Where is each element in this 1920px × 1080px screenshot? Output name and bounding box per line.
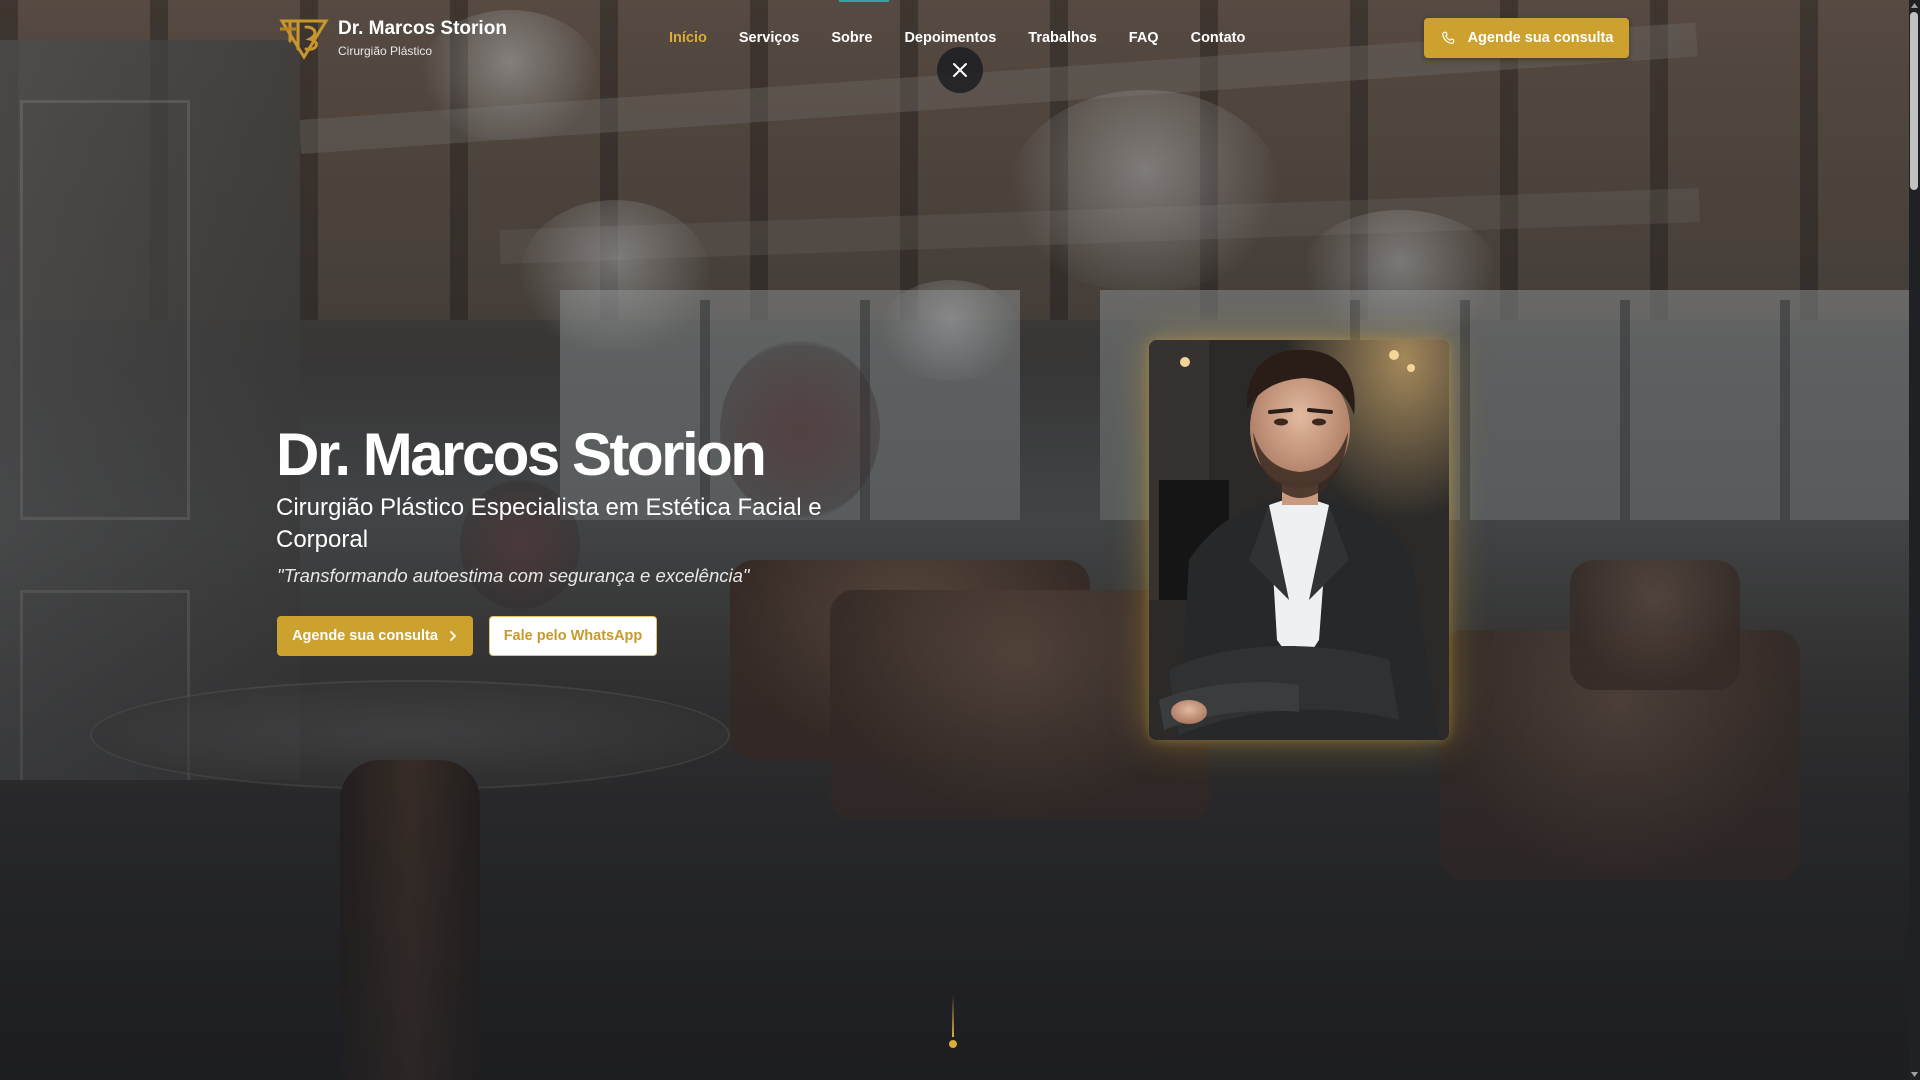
nav-item-servicos[interactable]: Serviços [739,29,799,47]
whatsapp-button[interactable]: Fale pelo WhatsApp [489,616,657,656]
hero-subtitle: Cirurgião Plástico Especialista em Estét… [276,494,822,553]
doctor-portrait-image [1149,340,1449,740]
top-accent-line [839,0,889,2]
scroll-indicator-dot[interactable] [949,1040,957,1048]
logo-name: Dr. Marcos Storion [338,17,507,39]
nav-item-depoimentos[interactable]: Depoimentos [904,29,996,47]
schedule-consultation-label: Agende sua consulta [292,628,438,644]
header-schedule-button[interactable]: Agende sua consulta [1424,18,1629,58]
nav-item-faq[interactable]: FAQ [1129,29,1159,47]
header-schedule-label: Agende sua consulta [1467,30,1614,46]
hero-title: Dr. Marcos Storion [276,421,767,488]
schedule-consultation-button[interactable]: Agende sua consulta [277,616,473,656]
logo-subtitle: Cirurgião Plástico [338,43,433,58]
nav-item-contato[interactable]: Contato [1191,29,1246,47]
main-nav: Início Serviços Sobre Depoimentos Trabal… [669,29,1277,47]
hero-quote: "Transformando autoestima com segurança … [277,565,750,586]
logo-monogram-icon [279,19,329,60]
chevron-right-icon [450,631,456,641]
scroll-down-icon[interactable] [1910,1069,1919,1079]
scroll-up-icon[interactable] [1910,0,1919,10]
nav-item-trabalhos[interactable]: Trabalhos [1028,29,1097,47]
scroll-indicator-line [952,995,954,1037]
whatsapp-button-label: Fale pelo WhatsApp [503,628,643,644]
close-button[interactable] [937,47,983,93]
nav-item-sobre[interactable]: Sobre [831,29,872,47]
nav-item-inicio[interactable]: Início [669,29,707,47]
close-icon [953,63,967,77]
scrollbar-thumb[interactable] [1910,12,1918,190]
phone-icon [1441,31,1454,44]
site-logo[interactable]: Dr. Marcos Storion Cirurgião Plástico [276,15,507,61]
